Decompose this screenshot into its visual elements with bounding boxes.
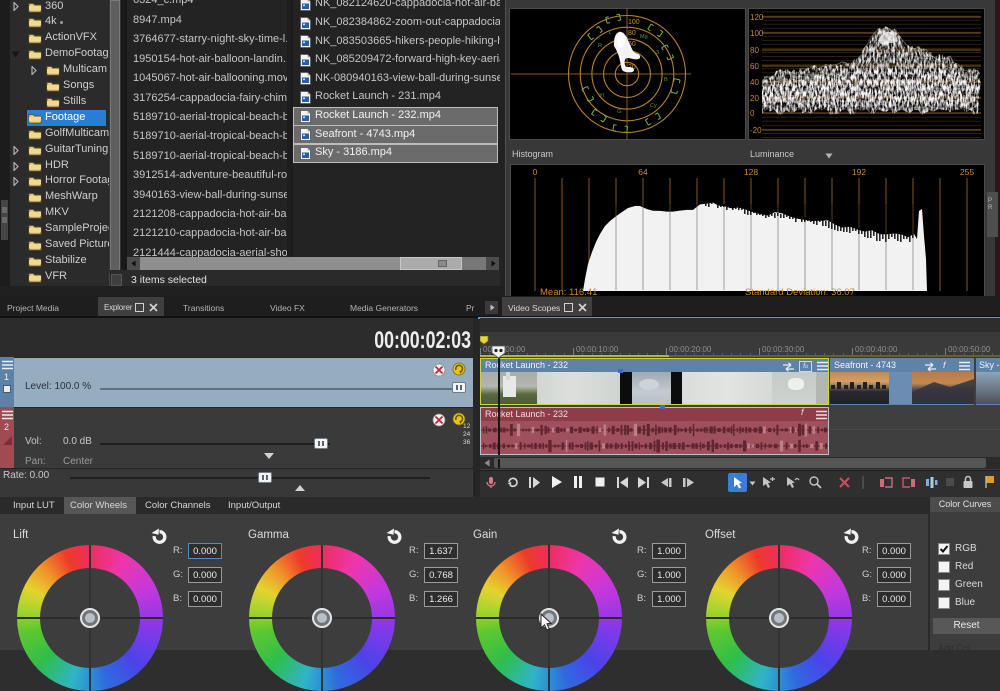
- svg-text:1: 1: [608, 30, 611, 36]
- svg-text:Cy: Cy: [650, 103, 657, 109]
- svg-text:100: 100: [750, 29, 764, 38]
- svg-text:192: 192: [852, 167, 866, 177]
- svg-text:R: R: [598, 43, 602, 49]
- svg-text:3: 3: [656, 50, 659, 56]
- svg-text:20: 20: [750, 94, 759, 103]
- svg-text:40: 40: [750, 78, 759, 87]
- svg-text:B: B: [664, 77, 668, 83]
- svg-text:100: 100: [628, 19, 640, 26]
- svg-text:255: 255: [960, 167, 974, 177]
- svg-text:60: 60: [750, 62, 759, 71]
- svg-text:Mg: Mg: [640, 34, 648, 40]
- svg-text:80: 80: [750, 46, 759, 55]
- svg-text:G: G: [617, 109, 621, 115]
- svg-text:120: 120: [750, 13, 764, 22]
- svg-text:0: 0: [750, 109, 755, 118]
- svg-text:Yl: Yl: [599, 93, 604, 99]
- svg-text:0: 0: [533, 167, 538, 177]
- svg-text:80: 80: [628, 30, 636, 37]
- svg-text:128: 128: [744, 167, 758, 177]
- svg-text:-20: -20: [750, 126, 762, 135]
- svg-text:64: 64: [638, 167, 648, 177]
